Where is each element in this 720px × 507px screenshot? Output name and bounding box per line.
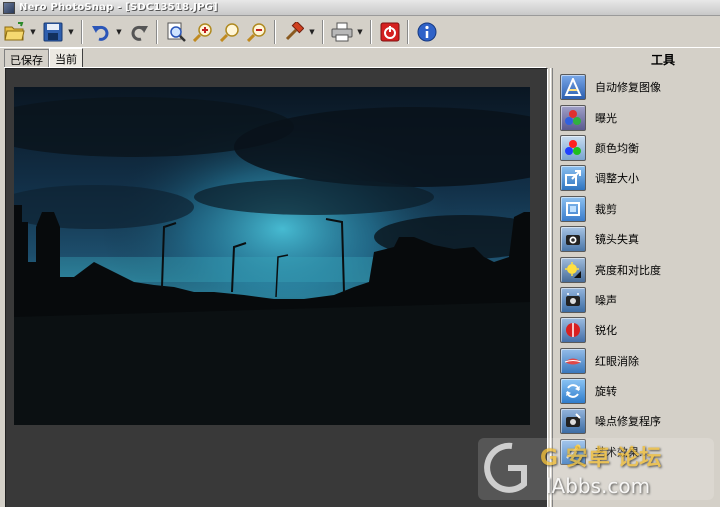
tool-exposure[interactable]: 曝光 [560,102,720,132]
color-balance-icon [560,134,586,161]
info-icon [417,22,437,42]
save-dropdown[interactable]: ▼ [67,19,75,45]
lens-distortion-icon [560,226,586,253]
photo-image [14,87,530,425]
save-button[interactable] [40,19,66,45]
tool-red-eye[interactable]: 红眼消除 [560,346,720,376]
tool-sharpen[interactable]: 锐化 [560,315,720,345]
open-dropdown[interactable]: ▼ [29,19,37,45]
undo-icon [92,25,109,41]
tool-label: 噪点修复程序 [595,415,661,429]
tools-hammer-icon [285,22,304,41]
tool-label: 噪声 [595,293,617,307]
tool-label: 裁剪 [595,202,617,216]
title-bar: Nero PhotoSnap - [SDC13518.JPG] [0,0,720,16]
tool-noise-fix[interactable]: 噪点修复程序 [560,406,720,436]
zoom-out-icon [247,23,266,42]
tool-label: 旋转 [595,385,617,399]
tool-brightness-contrast[interactable]: 亮度和对比度 [560,254,720,284]
toolbar: ▼ ▼ ▼ ▼ ▼ [0,17,720,48]
toolbar-separator [322,20,324,44]
tool-label: 颜色均衡 [595,141,639,155]
zoom-actual-button[interactable] [217,19,243,45]
tool-artistic-effects[interactable]: 艺术效果... [560,437,720,467]
toolbar-separator [407,20,409,44]
zoom-in-icon [193,23,212,42]
rotate-icon [560,378,586,405]
toolbar-separator [370,20,372,44]
tool-label: 锐化 [595,324,617,338]
tool-label: 红眼消除 [595,354,639,368]
crop-icon [560,195,586,222]
tools-panel-title: 工具 [650,53,675,67]
toolbar-separator [81,20,83,44]
tab-saved[interactable]: 已保存 [4,49,49,68]
tool-noise[interactable]: 噪声 [560,285,720,315]
tool-crop[interactable]: 裁剪 [560,194,720,224]
tab-current[interactable]: 当前 [49,48,83,68]
open-icon [4,22,25,41]
window-title: Nero PhotoSnap - [SDC13518.JPG] [19,2,218,13]
undo-button[interactable] [88,19,114,45]
brightness-contrast-icon [560,256,586,283]
tool-rotate[interactable]: 旋转 [560,376,720,406]
zoom-in-button[interactable] [190,19,216,45]
fit-to-window-button[interactable] [163,19,189,45]
print-icon [331,22,353,42]
tools-panel: 工具 自动修复图像 曝光 颜色均衡 调整大小 裁剪 镜头失真 亮度和对比度 噪声… [556,48,720,507]
view-tabs: 已保存 当前 [4,48,83,68]
noise-icon [560,286,586,313]
panel-splitter[interactable] [550,68,553,507]
artistic-effects-icon [560,438,586,465]
tool-label: 调整大小 [595,172,639,186]
print-button[interactable] [329,19,355,45]
tool-lens-distortion[interactable]: 镜头失真 [560,224,720,254]
tool-label: 艺术效果... [595,445,650,459]
exposure-icon [560,104,586,131]
photosnap-window: Nero PhotoSnap - [SDC13518.JPG] ▼ ▼ ▼ ▼ … [0,0,720,507]
tools-button[interactable] [281,19,307,45]
tool-label: 镜头失真 [595,233,639,247]
tool-label: 曝光 [595,111,617,125]
open-button[interactable] [2,19,28,45]
save-icon [43,22,63,42]
redo-icon [131,25,148,41]
tool-label: 亮度和对比度 [595,263,661,277]
sharpen-icon [560,317,586,344]
print-dropdown[interactable]: ▼ [356,19,364,45]
zoom-out-button[interactable] [244,19,270,45]
exit-button[interactable] [377,19,403,45]
tool-list: 自动修复图像 曝光 颜色均衡 调整大小 裁剪 镜头失真 亮度和对比度 噪声 锐化… [560,72,720,467]
zoom-actual-icon [220,23,239,42]
toolbar-separator [156,20,158,44]
tool-auto-fix[interactable]: 自动修复图像 [560,72,720,102]
tool-resize[interactable]: 调整大小 [560,163,720,193]
auto-fix-icon [560,74,586,101]
redo-button[interactable] [126,19,152,45]
tools-dropdown[interactable]: ▼ [308,19,316,45]
undo-dropdown[interactable]: ▼ [115,19,123,45]
red-eye-icon [560,347,586,374]
info-button[interactable] [414,19,440,45]
tool-color-balance[interactable]: 颜色均衡 [560,133,720,163]
exit-icon [380,22,400,42]
app-icon [3,1,15,14]
resize-icon [560,165,586,192]
toolbar-separator [274,20,276,44]
noise-fix-icon [560,408,586,435]
tool-label: 自动修复图像 [595,81,661,95]
fit-to-window-icon [167,22,186,42]
